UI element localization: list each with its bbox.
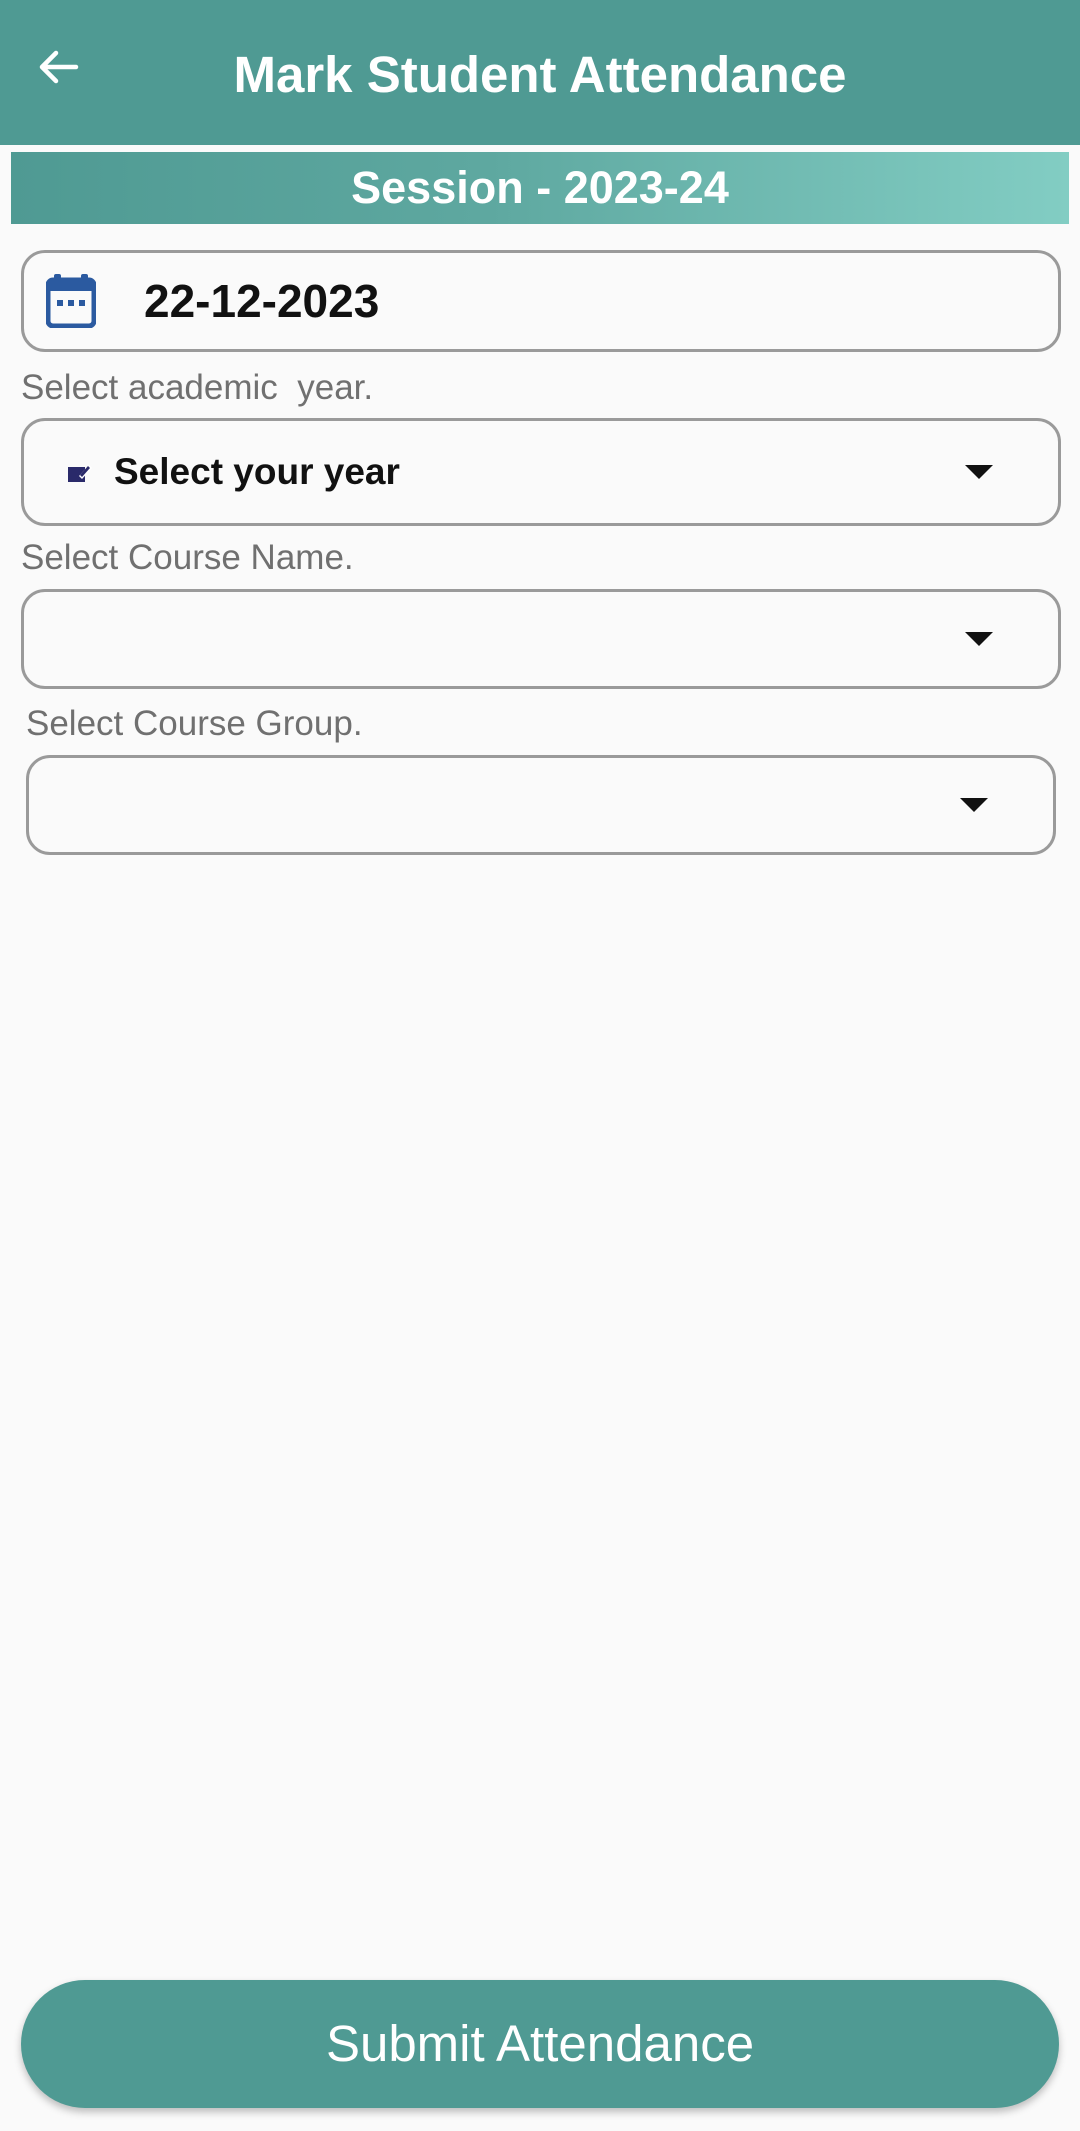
academic-year-label: Select academic year. xyxy=(21,368,374,407)
page-title: Mark Student Attendance xyxy=(233,46,847,103)
course-group-dropdown[interactable] xyxy=(26,755,1056,855)
app-bar: Mark Student Attendance xyxy=(0,0,1080,145)
academic-year-selected: Select your year xyxy=(114,451,400,492)
calendar-icon xyxy=(46,274,96,328)
selected-date: 22-12-2023 xyxy=(144,275,380,327)
chevron-down-icon xyxy=(960,798,988,812)
chevron-down-icon xyxy=(965,465,993,479)
back-button[interactable] xyxy=(22,31,94,103)
session-banner: Session - 2023-24 xyxy=(11,152,1069,224)
course-name-label: Select Course Name. xyxy=(21,538,354,577)
course-name-dropdown[interactable] xyxy=(21,589,1061,689)
edit-note-icon xyxy=(68,465,92,482)
chevron-down-icon xyxy=(965,632,993,646)
date-picker-field[interactable]: 22-12-2023 xyxy=(21,250,1061,352)
submit-attendance-button[interactable]: Submit Attendance xyxy=(21,1980,1059,2108)
academic-year-dropdown[interactable]: Select your year xyxy=(21,418,1061,526)
arrow-left-icon xyxy=(39,50,79,84)
course-group-label: Select Course Group. xyxy=(26,704,363,743)
